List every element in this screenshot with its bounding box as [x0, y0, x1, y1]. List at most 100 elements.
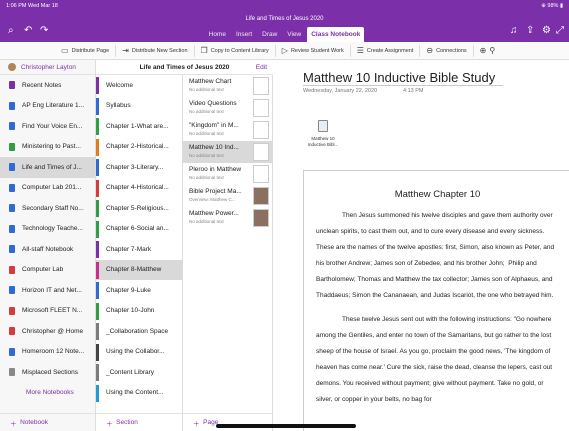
notebook-icon [9, 224, 15, 233]
file-attachment[interactable]: Matthew 10 Inductive Bibl... [303, 120, 343, 148]
page-item-title: "Kingdom" in M... [189, 122, 239, 129]
notebook-item[interactable]: Microsoft FLEET N... [0, 301, 95, 322]
notebook-icon [9, 265, 15, 274]
section-color-tab [96, 118, 99, 135]
notebook-item[interactable]: Computer Lab [0, 260, 95, 281]
notebook-label: Misplaced Sections [22, 368, 78, 376]
copy-to-content-library-button[interactable]: ❐ Copy to Content Library [195, 44, 276, 57]
page-icon: ▭ [61, 46, 69, 55]
tab-draw[interactable]: Draw [258, 27, 281, 42]
user-name: Christopher Layton [21, 63, 76, 71]
notebook-item[interactable]: Horizon IT and Net... [0, 280, 95, 301]
section-item[interactable]: Syllabus [96, 96, 183, 117]
page-item[interactable]: Video Questions No additional text [183, 97, 273, 119]
notebook-item[interactable]: Find Your Voice En... [0, 116, 95, 137]
notebook-item[interactable]: Misplaced Sections [0, 362, 95, 383]
tab-home[interactable]: Home [205, 27, 230, 42]
section-item[interactable]: Chapter 1-What are... [96, 116, 183, 137]
avatar [8, 63, 16, 71]
notebook-item[interactable]: All-staff Notebook [0, 239, 95, 260]
notebook-label: Computer Lab [22, 266, 64, 274]
distribute-page-button[interactable]: ▭ Distribute Page [55, 44, 117, 57]
home-indicator[interactable] [216, 424, 356, 428]
section-item[interactable]: Chapter 4-Historical... [96, 178, 183, 199]
tab-view[interactable]: View [283, 27, 305, 42]
section-color-tab [96, 77, 99, 94]
tab-insert[interactable]: Insert [232, 27, 256, 42]
add-section-button[interactable]: ＋ Section [96, 413, 182, 431]
notebook-item[interactable]: Secondary Staff No... [0, 198, 95, 219]
share-icon[interactable]: ⇪ [526, 25, 534, 36]
review-student-work-button[interactable]: ▷ Review Student Work [276, 44, 351, 57]
section-color-tab [96, 159, 99, 176]
notebook-item[interactable]: Life and Times of J... [0, 157, 95, 178]
class-notebook-toolbar: ▭ Distribute Page ⇥ Distribute New Section… [0, 42, 569, 60]
connections-button[interactable]: ⊖ Connections [420, 44, 474, 57]
distribute-new-section-button[interactable]: ⇥ Distribute New Section [116, 44, 195, 57]
notebook-label: Computer Lab 201... [22, 184, 82, 192]
gear-icon[interactable]: ⚙ [542, 25, 551, 36]
notebook-item[interactable]: Technology Teache... [0, 219, 95, 240]
section-header: Life and Times of Jesus 2020 Edit [96, 60, 273, 75]
add-notebook-button[interactable]: ＋ Notebook [0, 413, 95, 431]
section-item[interactable]: Using the Collabor... [96, 342, 183, 363]
page-item[interactable]: Pleroo in Matthew No additional text [183, 163, 273, 185]
section-item[interactable]: Chapter 10-John [96, 301, 183, 322]
pin-icon: ⚲ [489, 46, 496, 55]
notebook-item[interactable]: Homeroom 12 Note... [0, 342, 95, 363]
section-item[interactable]: Chapter 2-Historical... [96, 137, 183, 158]
page-item[interactable]: Bible Project Ma... Overview: Matthew C..… [183, 185, 273, 207]
more-tools[interactable]: ⊕ ⚲ [474, 45, 505, 57]
add-page-button[interactable]: ＋ Page [183, 413, 272, 431]
section-item[interactable]: Chapter 5-Religious... [96, 198, 183, 219]
page-canvas[interactable]: Matthew 10 Inductive Bible Study Wednesd… [273, 60, 569, 431]
section-item[interactable]: Welcome [96, 75, 183, 96]
section-item[interactable]: _Collaboration Space [96, 321, 183, 342]
more-notebooks-link[interactable]: More Notebooks [0, 383, 95, 404]
section-item[interactable]: Using the Content... [96, 383, 183, 404]
notebook-icon [9, 81, 15, 90]
section-item[interactable]: Chapter 3-Literary... [96, 157, 183, 178]
section-list: Welcome Syllabus Chapter 1-What are... Chap… [96, 60, 183, 431]
page-item-title: Bible Project Ma... [189, 188, 242, 195]
notebook-item[interactable]: Ministering to Past... [0, 137, 95, 158]
section-item[interactable]: Chapter 9-Luke [96, 280, 183, 301]
copy-icon: ❐ [200, 46, 208, 55]
page-item[interactable]: Matthew Power... No additional text [183, 207, 273, 229]
section-color-tab [96, 241, 99, 258]
notebook-icon [9, 245, 15, 254]
notebook-item[interactable]: Christopher @ Home [0, 321, 95, 342]
review-icon: ▷ [281, 46, 288, 55]
page-thumbnail [253, 143, 269, 161]
section-item[interactable]: Chapter 8-Matthew [96, 259, 183, 280]
notebook-icon [9, 306, 15, 315]
notebook-icon [9, 183, 15, 192]
page-item[interactable]: "Kingdom" in M... No additional text [183, 119, 273, 141]
notebook-item[interactable]: AP Eng Literature 1... [0, 96, 95, 117]
page-item[interactable]: Matthew 10 Ind... No additional text [183, 141, 273, 163]
page-item[interactable]: Matthew Chart No additional text [183, 75, 273, 97]
section-item[interactable]: Chapter 7-Mark [96, 239, 183, 260]
page-title[interactable]: Matthew 10 Inductive Bible Study [303, 70, 495, 85]
section-item[interactable]: Chapter 6-Social an... [96, 219, 183, 240]
page-item-preview: No additional text [189, 87, 224, 92]
section-color-tab [96, 200, 99, 217]
section-label: _Collaboration Space [106, 327, 169, 335]
assignment-icon: ☰ [356, 46, 364, 55]
edit-button[interactable]: Edit [256, 64, 267, 71]
page-item-title: Matthew Power... [189, 210, 239, 217]
section-item[interactable]: _Content Library [96, 362, 183, 383]
create-assignment-button[interactable]: ☰ Create Assignment [351, 44, 421, 57]
status-time: 1:06 PM Wed Mar 18 [6, 3, 58, 9]
user-header[interactable]: Christopher Layton [0, 60, 95, 75]
tab-class-notebook[interactable]: Class Notebook [307, 27, 365, 42]
section-color-tab [96, 364, 99, 381]
notebook-label: Technology Teache... [22, 225, 83, 233]
notebook-icon [9, 101, 15, 110]
section-color-tab [96, 302, 99, 320]
expand-icon[interactable]: ⤢ [556, 25, 564, 36]
bell-icon[interactable]: ♫ [510, 25, 518, 36]
embedded-document[interactable]: Matthew Chapter 10 Then Jesus summoned h… [303, 170, 569, 431]
notebook-item[interactable]: Computer Lab 201... [0, 178, 95, 199]
notebook-item[interactable]: Recent Notes [0, 75, 95, 96]
